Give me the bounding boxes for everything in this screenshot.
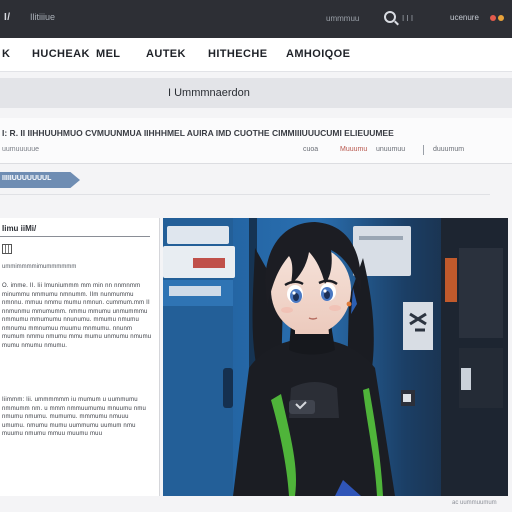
brand-subtitle: Ilitiiiue	[30, 12, 56, 22]
nav-item-2[interactable]: HUCHEAK	[32, 48, 90, 60]
article-byline: uumuuuuue	[2, 146, 39, 153]
article-headline: I: R. II IIHHUUHMUO CVMUUNMUA IIHHHMEL A…	[2, 128, 394, 138]
article-header: I: R. II IIHHUUHMUO CVMUUNMUA IIHHHMEL A…	[0, 118, 512, 164]
top-link-2[interactable]: I I I	[402, 14, 413, 23]
meta-item-4[interactable]: duuumum	[433, 146, 464, 153]
meta-item-2[interactable]: Muuumu	[340, 146, 367, 153]
nav-item-6[interactable]: AMHOIQOE	[286, 48, 350, 60]
search-icon[interactable]	[384, 11, 396, 23]
brand-logo[interactable]: I/	[4, 12, 11, 23]
article-paragraph: O. imme. II. Iii Imuniummm mm min nn nnm…	[2, 283, 152, 349]
nav-item-1[interactable]: K	[2, 48, 10, 60]
table-icon	[2, 244, 12, 254]
meta-item-1[interactable]: cuoa	[303, 146, 318, 153]
article-text-column: Iimu iiMi/ ummimmmmimummmmmm O. imme. II…	[0, 218, 160, 496]
user-menu[interactable]: ucenure	[450, 13, 479, 22]
status-dot-icon	[498, 15, 504, 21]
nav-item-5[interactable]: HITHECHE	[208, 48, 267, 60]
breadcrumb: I Ummmnaerdon	[0, 78, 512, 108]
column-title: Iimu iiMi/	[2, 224, 37, 233]
section-tag[interactable]: IIIIIUUUUUUUL	[0, 172, 80, 188]
top-link-1[interactable]: ummmuu	[326, 14, 359, 23]
hero-image[interactable]	[163, 218, 508, 496]
anime-character-illustration	[163, 218, 508, 496]
meta-divider	[423, 145, 424, 155]
section-tag-label: IIIIIUUUUUUUL	[2, 175, 52, 182]
breadcrumb-text[interactable]: I Ummmnaerdon	[168, 87, 250, 99]
article-paragraph: Iiimmm: lii. ummmmmm iu mumum u uummumu …	[2, 397, 147, 437]
column-divider	[0, 236, 150, 237]
main-nav: K HUCHEAK MEL AUTEK HITHECHE AMHOIQOE	[0, 38, 512, 72]
column-caption: ummimmmmimummmmmm	[2, 264, 77, 270]
footer-note: ac uummuumum	[452, 500, 497, 506]
nav-item-4[interactable]: AUTEK	[146, 48, 186, 60]
nav-item-3[interactable]: MEL	[96, 48, 120, 60]
meta-item-3[interactable]: unuumuu	[376, 146, 405, 153]
top-bar: I/ Ilitiiiue ummmuu I I I ucenure	[0, 0, 512, 38]
section-divider	[0, 194, 490, 195]
notification-dot-icon[interactable]	[490, 15, 496, 21]
